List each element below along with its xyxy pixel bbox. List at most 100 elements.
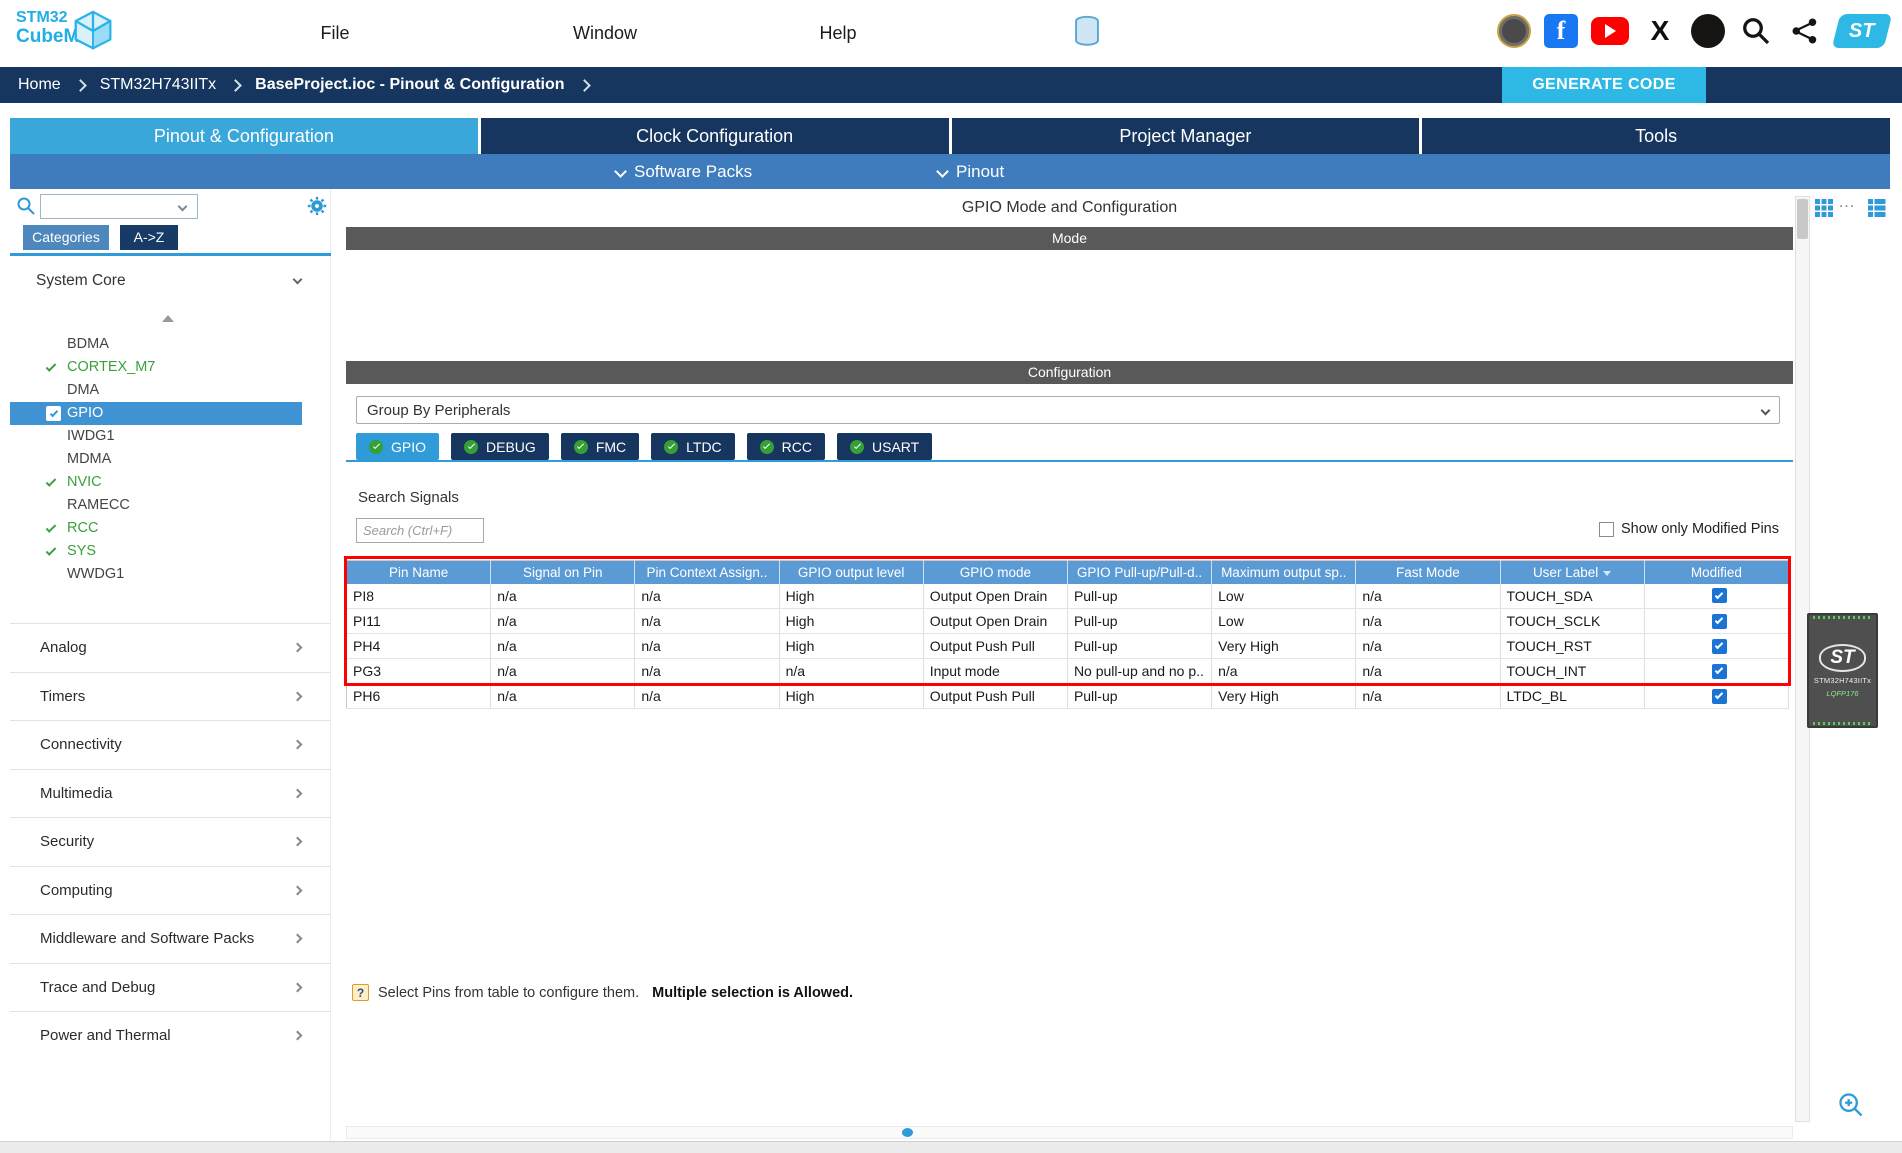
sidebar-search-input[interactable] (45, 196, 177, 217)
col-user-label[interactable]: User Label (1500, 560, 1645, 584)
menu-help[interactable]: Help (803, 0, 873, 67)
sidebar-item-nvic[interactable]: NVIC (10, 471, 331, 494)
peripheral-tab-ltdc[interactable]: LTDC (651, 433, 735, 460)
tab-clock-configuration[interactable]: Clock Configuration (480, 118, 949, 154)
youtube-icon[interactable] (1591, 17, 1629, 45)
modified-checkbox-checked[interactable] (1711, 663, 1727, 679)
peripheral-tab-fmc[interactable]: FMC (560, 433, 640, 460)
ellipsis-icon[interactable]: … (1838, 192, 1855, 212)
chevron-right-icon (292, 982, 303, 993)
sidebar-category-computing[interactable]: Computing (10, 865, 331, 915)
software-packs-menu[interactable]: Software Packs (614, 154, 752, 189)
horizontal-scrollbar[interactable] (346, 1126, 1793, 1139)
scrollbar-thumb[interactable] (1797, 199, 1808, 239)
chevron-right-icon (292, 933, 303, 944)
list-view-icon[interactable] (1868, 199, 1886, 221)
breadcrumb-home[interactable]: Home (18, 76, 61, 94)
menu-window[interactable]: Window (553, 0, 657, 67)
chip-view-icon[interactable] (1815, 199, 1833, 221)
peripheral-tab-debug[interactable]: DEBUG (451, 433, 549, 460)
sidebar-item-iwdg1[interactable]: IWDG1 (10, 425, 331, 448)
sidebar-item-sys[interactable]: SYS (10, 540, 331, 563)
peripheral-tab-gpio[interactable]: GPIO (356, 433, 440, 460)
sub-tab-bar: Software Packs Pinout (10, 154, 1890, 189)
modified-checkbox-checked[interactable] (1711, 638, 1727, 654)
table-row-ph6[interactable]: PH6 n/a n/a High Output Push Pull Pull-up Very… (346, 683, 1790, 709)
group-label: System Core (36, 272, 126, 289)
sidebar-category-middleware[interactable]: Middleware and Software Packs (10, 914, 331, 963)
sidebar-category-connectivity[interactable]: Connectivity (10, 720, 331, 769)
col-signal[interactable]: Signal on Pin (490, 560, 636, 584)
pins-table: Pin Name Signal on Pin Pin Context Assig… (346, 560, 1790, 709)
modified-checkbox-checked[interactable] (1711, 613, 1727, 629)
peripheral-tab-bar: GPIO DEBUG FMC LTDC RCC USART (356, 433, 933, 460)
chevron-down-icon (614, 165, 627, 178)
facebook-icon[interactable] (1544, 14, 1578, 48)
sidebar-item-mdma[interactable]: MDMA (10, 448, 331, 471)
menu-file[interactable]: File (300, 0, 370, 67)
col-output-level[interactable]: GPIO output level (779, 560, 924, 584)
breadcrumb-mcu[interactable]: STM32H743IITx (100, 76, 216, 94)
cube-icon (70, 8, 116, 58)
table-row-pg3[interactable]: PG3 n/a n/a n/a Input mode No pull-up and no … (346, 658, 1790, 684)
col-pull[interactable]: GPIO Pull-up/Pull-d.. (1067, 560, 1213, 584)
sidebar-category-multimedia[interactable]: Multimedia (10, 768, 331, 818)
breadcrumb-current: BaseProject.ioc - Pinout & Configuration (255, 76, 565, 93)
peripheral-tab-usart[interactable]: USART (837, 433, 933, 460)
st-logo[interactable] (1831, 14, 1893, 48)
sidebar-item-rcc[interactable]: RCC (10, 517, 331, 540)
show-modified-toggle[interactable]: Show only Modified Pins (1599, 521, 1779, 537)
sidebar-category-power-thermal[interactable]: Power and Thermal (10, 1011, 331, 1060)
group-by-select[interactable]: Group By Peripherals (356, 396, 1780, 424)
pinout-menu[interactable]: Pinout (936, 154, 1004, 189)
modified-checkbox-checked[interactable] (1711, 688, 1727, 704)
sidebar-item-ramecc[interactable]: RAMECC (10, 494, 331, 517)
generate-code-button[interactable]: GENERATE CODE (1502, 67, 1706, 103)
tab-tools[interactable]: Tools (1422, 118, 1890, 154)
gear-icon[interactable] (306, 195, 328, 221)
tab-project-manager[interactable]: Project Manager (951, 118, 1420, 154)
sidebar-item-cortex-m7[interactable]: CORTEX_M7 (10, 356, 331, 379)
x-twitter-icon[interactable] (1642, 13, 1678, 49)
chevron-down-icon[interactable] (177, 201, 188, 212)
tab-pinout-configuration[interactable]: Pinout & Configuration (10, 118, 478, 154)
col-modified[interactable]: Modified (1644, 560, 1790, 584)
main-tab-bar: Pinout & Configuration Clock Configurati… (10, 118, 1890, 154)
anniversary-badge-icon[interactable] (1497, 14, 1531, 48)
sidebar-item-wwdg1[interactable]: WWDG1 (10, 563, 331, 586)
col-gpio-mode[interactable]: GPIO mode (923, 560, 1068, 584)
table-row-ph4[interactable]: PH4 n/a n/a High Output Push Pull Pull-up Very… (346, 633, 1790, 659)
zoom-in-icon[interactable] (1837, 1091, 1865, 1123)
mcu-package-preview[interactable]: ST STM32H743IITx LQFP176 (1807, 613, 1878, 728)
tab-categories[interactable]: Categories (23, 225, 109, 250)
checkbox-unchecked[interactable] (1599, 521, 1615, 537)
sidebar-category-analog[interactable]: Analog (10, 623, 331, 672)
sidebar-group-system-core[interactable]: System Core (10, 267, 331, 295)
sidebar-category-timers[interactable]: Timers (10, 671, 331, 721)
sidebar-category-security[interactable]: Security (10, 817, 331, 866)
modified-checkbox-checked[interactable] (1711, 588, 1727, 604)
sidebar-item-gpio[interactable]: GPIO (10, 402, 302, 425)
breadcrumb: Home STM32H743IITx BaseProject.ioc - Pin… (0, 67, 1902, 103)
table-row-pi8[interactable]: PI8 n/a n/a High Output Open Drain Pull-up Low… (346, 583, 1790, 609)
col-speed[interactable]: Maximum output sp.. (1211, 560, 1357, 584)
sidebar-tab-underline (10, 253, 331, 256)
table-row-pi11[interactable]: PI11 n/a n/a High Output Open Drain Pull-up Lo… (346, 608, 1790, 634)
sidebar-item-bdma[interactable]: BDMA (10, 333, 331, 356)
peripheral-tab-rcc[interactable]: RCC (746, 433, 826, 460)
sidebar-item-dma[interactable]: DMA (10, 379, 331, 402)
search-icon[interactable] (1738, 13, 1774, 49)
github-icon[interactable] (1691, 14, 1725, 48)
col-context[interactable]: Pin Context Assign.. (634, 560, 780, 584)
sidebar-category-trace-debug[interactable]: Trace and Debug (10, 962, 331, 1012)
col-pin-name[interactable]: Pin Name (346, 560, 492, 584)
stm32cubemx-window: STM32 CubeMX File Window Help H (0, 0, 1902, 1153)
col-fast-mode[interactable]: Fast Mode (1355, 560, 1501, 584)
table-hint: ? Select Pins from table to configure th… (352, 984, 853, 1001)
scrollbar-thumb[interactable] (902, 1128, 913, 1137)
signals-search-input[interactable] (356, 518, 484, 543)
tab-a-to-z[interactable]: A->Z (120, 225, 178, 250)
database-icon[interactable] (1072, 15, 1102, 53)
splitter-handle[interactable] (162, 315, 174, 322)
share-nodes-icon[interactable] (1787, 13, 1823, 49)
